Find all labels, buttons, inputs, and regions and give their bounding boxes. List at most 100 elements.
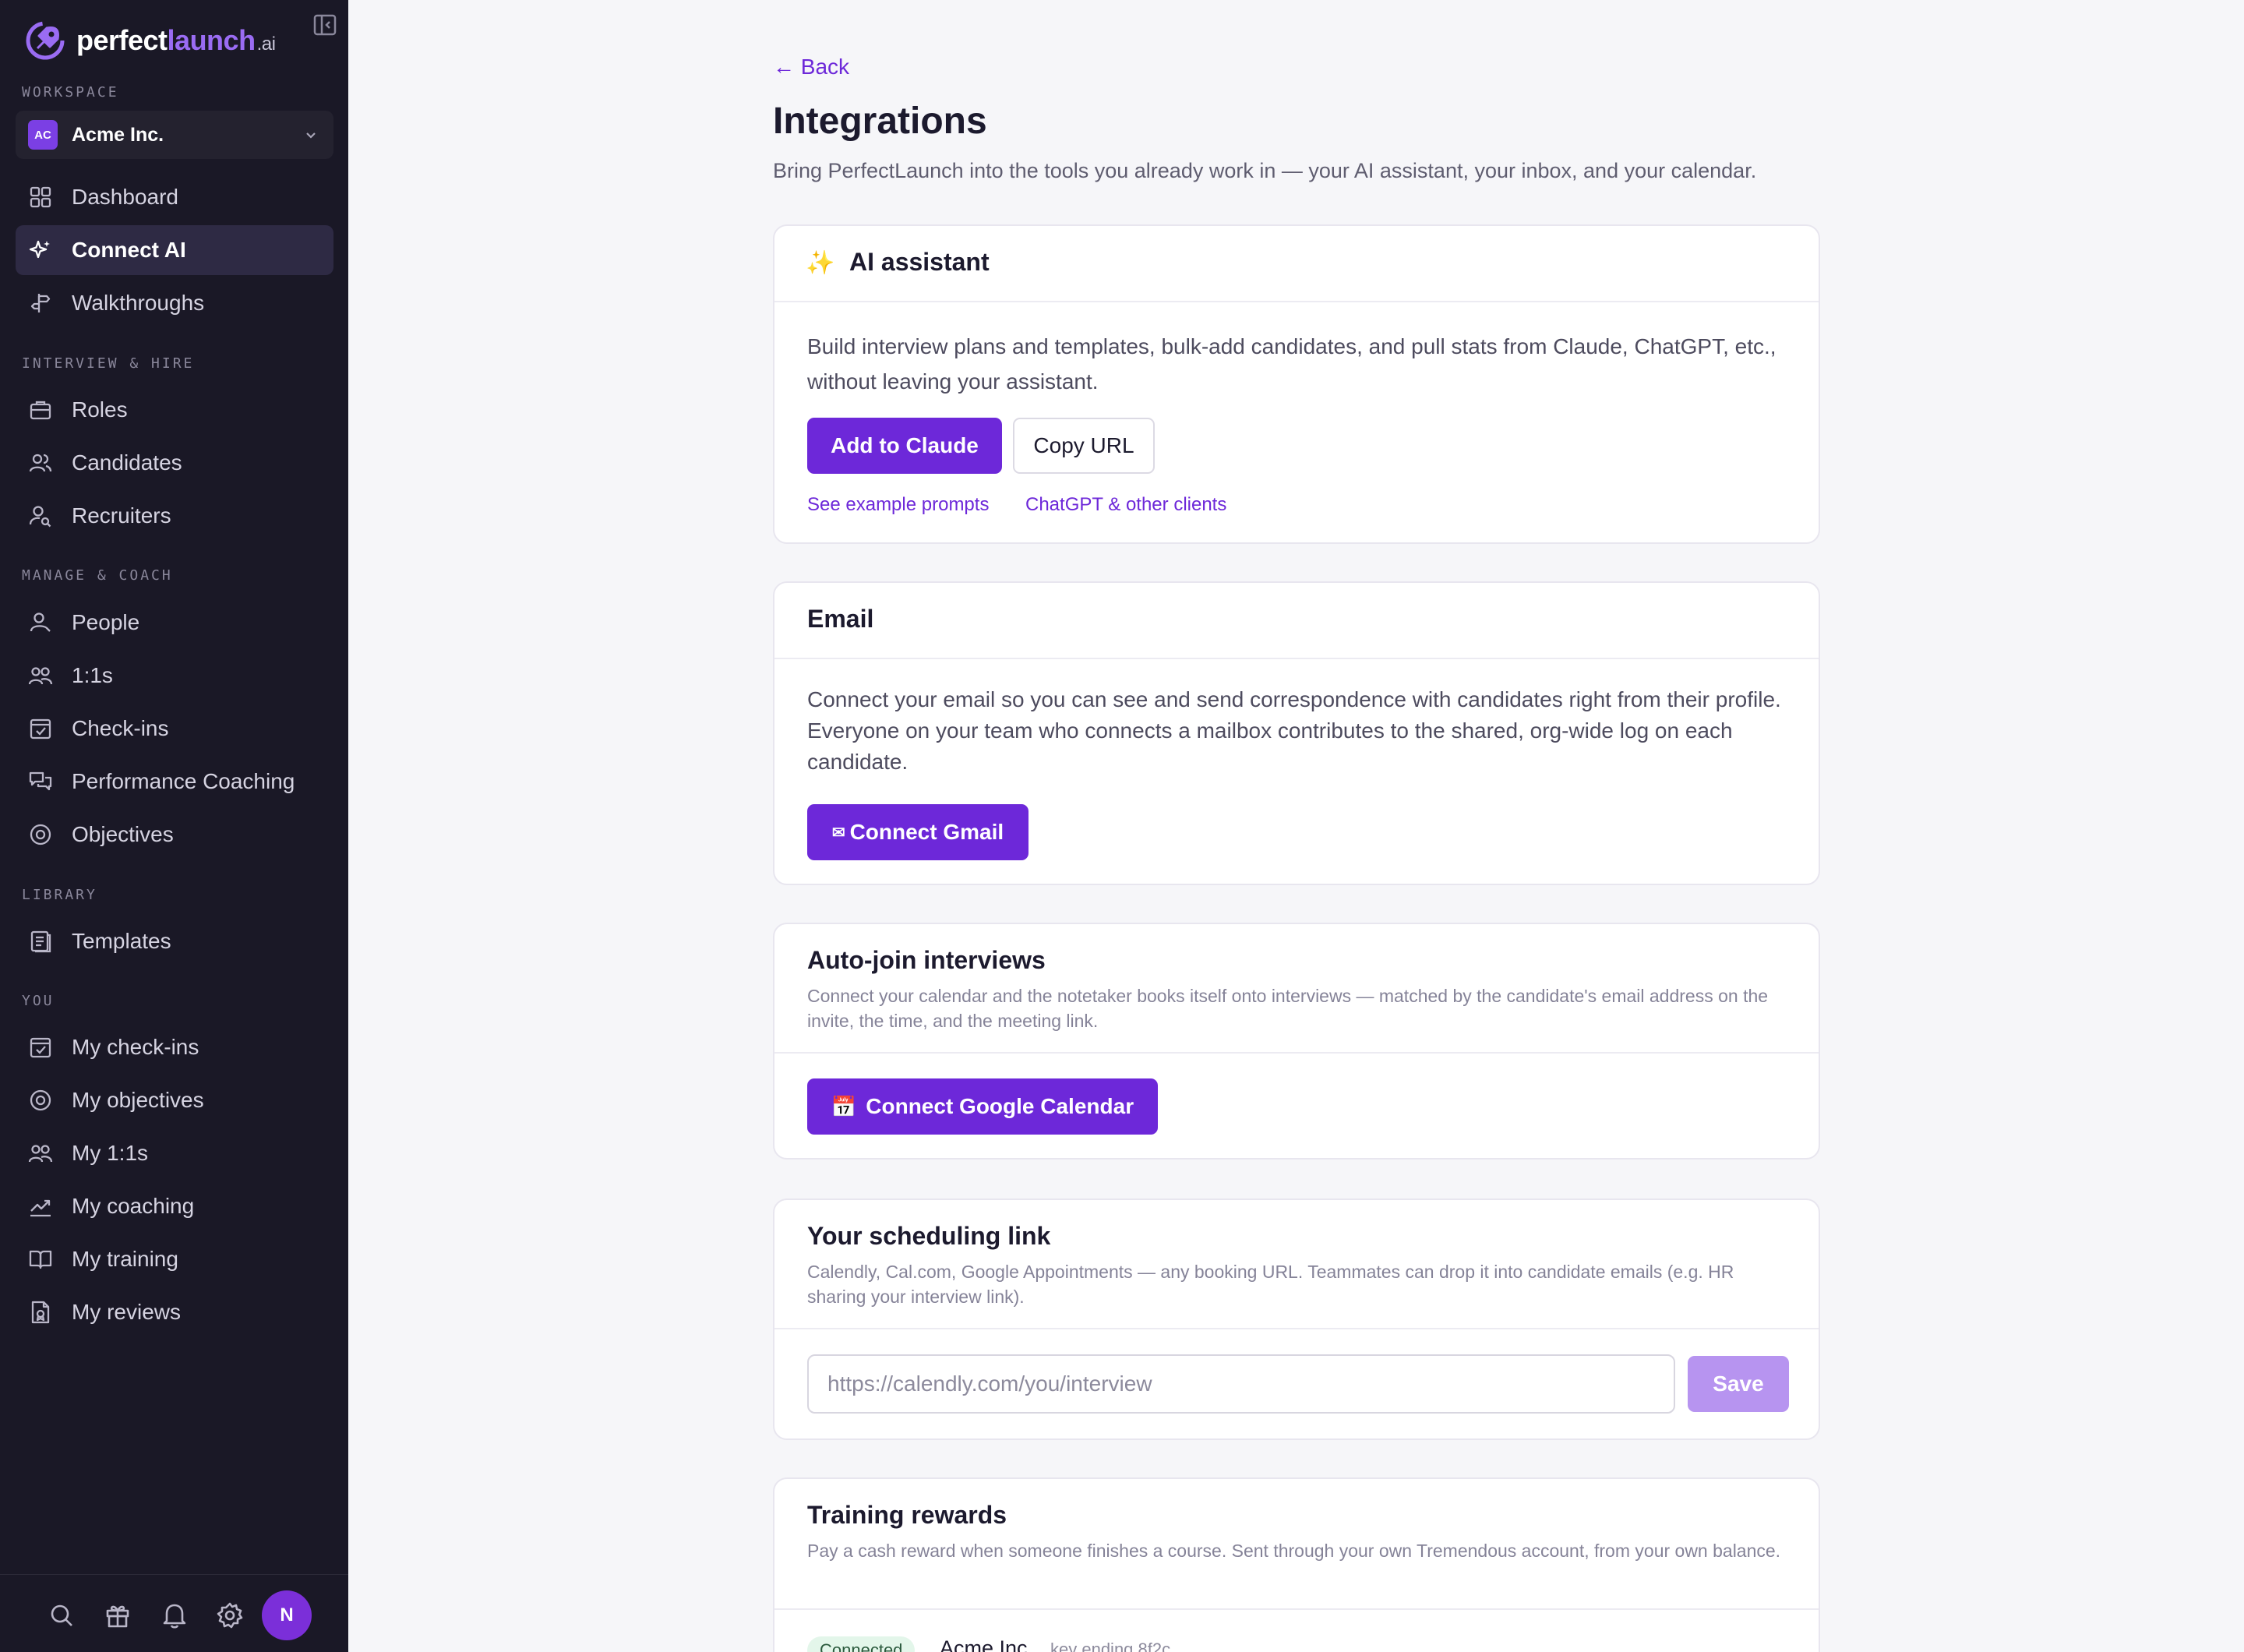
ai-card-description: Build interview plans and templates, bul… — [807, 334, 1776, 394]
mail-icon: ✉ — [831, 824, 845, 842]
save-button[interactable]: Save — [1688, 1356, 1789, 1412]
sidebar-item-label: 1:1s — [72, 663, 113, 687]
sidebar-item-candidates[interactable]: Candidates — [16, 438, 333, 488]
rewards-key-info: key ending 8f2c — [1050, 1640, 1171, 1652]
sidebar-collapse-icon[interactable] — [312, 12, 337, 37]
sidebar-item-connect-ai[interactable]: Connect AI — [16, 225, 333, 275]
connect-gmail-button[interactable]: ✉ Connect Gmail — [807, 804, 1028, 860]
auto-join-title: Auto-join interviews — [807, 946, 1046, 974]
sidebar-item-label: Dashboard — [72, 185, 178, 209]
card-divider — [774, 1328, 1819, 1329]
user-avatar[interactable]: N — [262, 1590, 312, 1640]
sidebar-item-my-training[interactable]: My training — [16, 1234, 333, 1284]
auto-join-card: Auto-join interviews Connect your calend… — [773, 923, 1820, 1160]
sidebar-item-check-ins[interactable]: Check-ins — [16, 704, 333, 754]
sidebar-item-label: My 1:1s — [72, 1141, 149, 1165]
card-divider — [774, 658, 1819, 659]
search-icon[interactable] — [48, 1601, 76, 1629]
sidebar-item-label: Objectives — [72, 822, 174, 846]
scheduling-link-card: Your scheduling link Calendly, Cal.com, … — [773, 1198, 1820, 1440]
you-section-label: YOU — [22, 993, 55, 1009]
brand-wordmark: perfectlaunch.ai — [76, 24, 276, 56]
sidebar-item-label: Walkthroughs — [72, 291, 205, 315]
sidebar-item-roles[interactable]: Roles — [16, 385, 333, 435]
page-subtitle: Bring PerfectLaunch into the tools you a… — [773, 159, 1757, 182]
bell-icon[interactable] — [161, 1601, 189, 1629]
sidebar-item-label: My coaching — [72, 1194, 195, 1218]
sidebar-item-label: My check-ins — [72, 1035, 199, 1059]
sidebar-item-my-coaching[interactable]: My coaching — [16, 1181, 333, 1231]
sidebar-item-my-reviews[interactable]: My reviews — [16, 1287, 333, 1337]
back-link[interactable]: ← Back — [773, 55, 849, 79]
gift-icon[interactable] — [104, 1601, 132, 1629]
sidebar-item-label: My reviews — [72, 1300, 182, 1324]
chat-bubbles-icon — [29, 771, 52, 791]
workspace-name: Acme Inc. — [72, 123, 164, 146]
users-icon — [29, 454, 52, 472]
target-icon — [30, 1089, 51, 1111]
trend-up-icon — [30, 1199, 51, 1217]
user-icon — [30, 612, 51, 632]
sidebar-item-my-1on1s[interactable]: My 1:1s — [16, 1128, 333, 1178]
library-section-label: LIBRARY — [22, 887, 97, 903]
auto-join-description: Connect your calendar and the notetaker … — [807, 986, 1769, 1031]
gear-icon[interactable] — [216, 1601, 244, 1629]
sidebar-item-label: Check-ins — [72, 716, 169, 740]
sidebar-item-people[interactable]: People — [16, 598, 333, 648]
sidebar-item-1on1s[interactable]: 1:1s — [16, 651, 333, 701]
calendar-check-icon — [30, 1037, 51, 1058]
sidebar-item-walkthroughs[interactable]: Walkthroughs — [16, 278, 333, 328]
sparkle-icon — [29, 240, 50, 259]
scheduling-url-input[interactable] — [807, 1354, 1675, 1414]
email-card-description: Connect your email so you can see and se… — [807, 687, 1781, 774]
connect-gmail-label: Connect Gmail — [849, 820, 1004, 844]
sparkles-icon: ✨ — [806, 250, 835, 276]
chevron-down-icon — [306, 132, 316, 139]
add-to-claude-button[interactable]: Add to Claude — [807, 418, 1002, 474]
sidebar-item-label: Performance Coaching — [72, 769, 295, 793]
sidebar-item-objectives[interactable]: Objectives — [16, 810, 333, 860]
connect-calendar-label: Connect Google Calendar — [866, 1094, 1134, 1118]
sidebar-footer: N — [0, 1574, 348, 1652]
two-users-icon — [28, 1145, 53, 1163]
target-icon — [30, 824, 51, 845]
book-icon — [29, 1250, 52, 1269]
sidebar-item-dashboard[interactable]: Dashboard — [16, 172, 333, 222]
sidebar-item-templates[interactable]: Templates — [16, 916, 333, 966]
sidebar-item-label: Templates — [72, 929, 171, 953]
two-users-icon — [28, 667, 53, 685]
sidebar: perfectlaunch.ai WORKSPACE AC Acme Inc. … — [0, 0, 348, 1652]
sidebar-item-performance-coaching[interactable]: Performance Coaching — [16, 757, 333, 807]
ai-card-title: AI assistant — [849, 248, 990, 276]
sidebar-item-label: Recruiters — [72, 503, 171, 528]
sidebar-item-recruiters[interactable]: Recruiters — [16, 491, 333, 541]
card-divider — [774, 301, 1819, 302]
interview-section-label: INTERVIEW & HIRE — [22, 355, 195, 372]
sidebar-item-label: My objectives — [72, 1088, 204, 1112]
workspace-selector[interactable]: AC Acme Inc. — [16, 111, 333, 159]
page-title: Integrations — [773, 101, 987, 142]
copy-url-button[interactable]: Copy URL — [1013, 418, 1155, 474]
user-search-icon — [29, 506, 51, 528]
grid-icon — [30, 186, 51, 208]
sidebar-item-label: Candidates — [72, 450, 182, 475]
calendar-check-icon — [30, 718, 51, 740]
sidebar-item-label: Roles — [72, 397, 128, 422]
status-badge: Connected — [807, 1636, 916, 1652]
calendar-icon: 📅 — [831, 1094, 857, 1118]
ai-assistant-card: ✨ AI assistant Build interview plans and… — [773, 224, 1820, 544]
sidebar-item-label: People — [72, 610, 140, 634]
example-prompts-link[interactable]: See example prompts — [807, 494, 989, 516]
scheduling-description: Calendly, Cal.com, Google Appointments —… — [807, 1262, 1734, 1307]
other-clients-link[interactable]: ChatGPT & other clients — [1025, 494, 1226, 516]
briefcase-icon — [30, 401, 51, 420]
brand-logo[interactable]: perfectlaunch.ai — [23, 17, 319, 64]
signpost-icon — [30, 294, 51, 312]
main-content: ← Back Integrations Bring PerfectLaunch … — [348, 0, 2244, 1652]
sidebar-item-label: My training — [72, 1247, 178, 1271]
training-rewards-title: Training rewards — [807, 1501, 1007, 1529]
sidebar-item-my-check-ins[interactable]: My check-ins — [16, 1022, 333, 1072]
sidebar-item-my-objectives[interactable]: My objectives — [16, 1075, 333, 1125]
sidebar-item-label: Connect AI — [72, 238, 186, 262]
connect-google-calendar-button[interactable]: 📅 Connect Google Calendar — [807, 1078, 1158, 1135]
